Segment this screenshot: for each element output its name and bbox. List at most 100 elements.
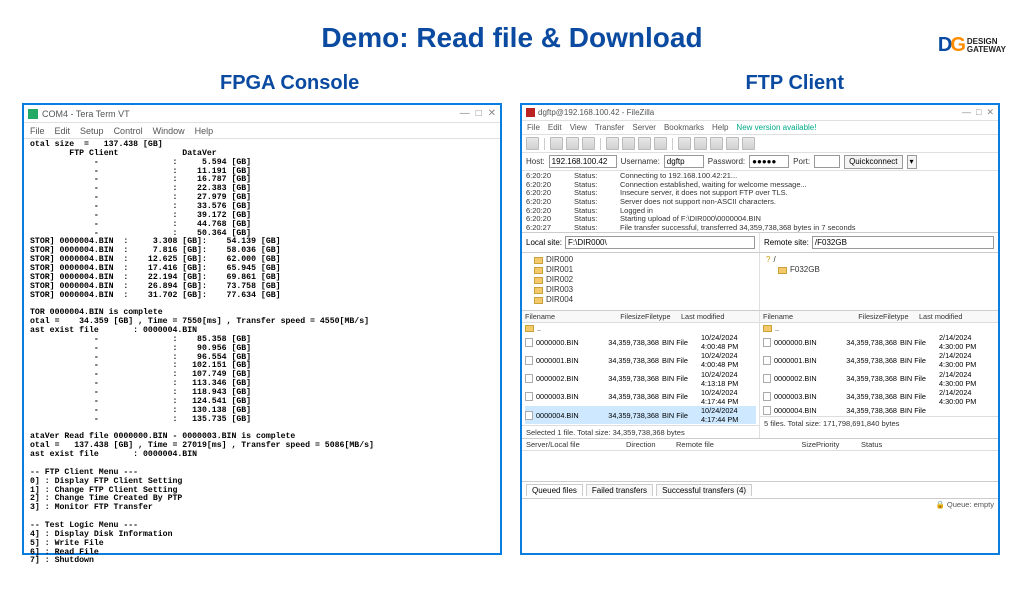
compare-icon[interactable] bbox=[710, 137, 723, 150]
menu-file[interactable]: File bbox=[30, 126, 45, 136]
menu-edit[interactable]: Edit bbox=[548, 123, 562, 132]
menu-transfer[interactable]: Transfer bbox=[595, 123, 625, 132]
menu-control[interactable]: Control bbox=[114, 126, 143, 136]
toggle-queue-icon[interactable] bbox=[582, 137, 595, 150]
local-site-input[interactable] bbox=[565, 236, 755, 249]
host-input[interactable] bbox=[549, 155, 617, 168]
col-filename[interactable]: Filename bbox=[525, 312, 585, 321]
col-modified[interactable]: Last modified bbox=[681, 312, 756, 321]
terminal-output[interactable]: otal size = 137.438 [GB] FTP Client Data… bbox=[24, 139, 500, 568]
col-filesize[interactable]: Filesize bbox=[823, 312, 883, 321]
lock-icon[interactable]: 🔒 bbox=[935, 500, 944, 509]
sitemanager-icon[interactable] bbox=[526, 137, 539, 150]
tree-folder[interactable]: DIR004 bbox=[526, 295, 755, 305]
local-tree[interactable]: DIR000DIR001DIR002DIR003DIR004 bbox=[522, 253, 760, 310]
right-subtitle: FTP Client bbox=[745, 72, 844, 95]
log-row: 6:20:27Status:File transfer successful, … bbox=[526, 224, 994, 233]
port-input[interactable] bbox=[814, 155, 840, 168]
menu-setup[interactable]: Setup bbox=[80, 126, 104, 136]
teraterm-app-icon bbox=[28, 109, 38, 119]
local-site-label: Local site: bbox=[526, 238, 562, 247]
question-folder-icon: ? bbox=[766, 255, 770, 265]
folder-icon bbox=[534, 277, 543, 284]
file-icon bbox=[525, 411, 533, 420]
filezilla-menubar: File Edit View Transfer Server Bookmarks… bbox=[522, 121, 998, 135]
remote-site-label: Remote site: bbox=[764, 238, 809, 247]
search-icon[interactable] bbox=[742, 137, 755, 150]
file-icon bbox=[763, 338, 771, 347]
folder-icon bbox=[534, 267, 543, 274]
toggle-tree-icon[interactable] bbox=[566, 137, 579, 150]
teraterm-menubar: File Edit Setup Control Window Help bbox=[24, 123, 500, 139]
reconnect-icon[interactable] bbox=[678, 137, 691, 150]
file-row[interactable]: 0000003.BIN34,359,738,368BIN File2/14/20… bbox=[763, 388, 995, 406]
file-row[interactable]: 0000001.BIN34,359,738,368BIN File2/14/20… bbox=[763, 351, 995, 369]
menu-help[interactable]: Help bbox=[195, 126, 214, 136]
tree-folder[interactable]: DIR000 bbox=[526, 255, 755, 265]
file-icon bbox=[525, 374, 533, 383]
col-filetype[interactable]: Filetype bbox=[645, 312, 681, 321]
file-row[interactable]: 0000002.BIN34,359,738,368BIN File10/24/2… bbox=[525, 370, 756, 388]
process-queue-icon[interactable] bbox=[622, 137, 635, 150]
close-icon[interactable]: ✕ bbox=[986, 107, 994, 118]
col-modified[interactable]: Last modified bbox=[919, 312, 995, 321]
quickconnect-button[interactable]: Quickconnect bbox=[844, 155, 902, 169]
teraterm-titlebar[interactable]: COM4 - Tera Term VT — □ ✕ bbox=[24, 105, 500, 123]
username-input[interactable] bbox=[664, 155, 704, 168]
file-icon bbox=[525, 356, 533, 365]
col-filesize[interactable]: Filesize bbox=[585, 312, 645, 321]
file-row[interactable]: 0000003.BIN34,359,738,368BIN File10/24/2… bbox=[525, 388, 756, 406]
file-row[interactable]: 0000004.BIN34,359,738,368BIN File10/24/2… bbox=[525, 406, 756, 424]
file-row[interactable]: 0000002.BIN34,359,738,368BIN File2/14/20… bbox=[763, 370, 995, 388]
message-log[interactable]: 6:20:20Status:Connecting to 192.168.100.… bbox=[522, 171, 998, 233]
col-filetype[interactable]: Filetype bbox=[883, 312, 919, 321]
remote-tree[interactable]: ? / F032GB bbox=[760, 253, 998, 310]
menu-window[interactable]: Window bbox=[153, 126, 185, 136]
col-filename[interactable]: Filename bbox=[763, 312, 823, 321]
refresh-icon[interactable] bbox=[606, 137, 619, 150]
local-file-list[interactable]: Filename Filesize Filetype Last modified… bbox=[522, 311, 760, 438]
menu-view[interactable]: View bbox=[570, 123, 587, 132]
queue-tabs: Queued files Failed transfers Successful… bbox=[522, 481, 998, 498]
folder-up-icon[interactable] bbox=[525, 325, 534, 332]
file-icon bbox=[525, 392, 533, 401]
maximize-icon[interactable]: □ bbox=[976, 107, 981, 118]
menu-file[interactable]: File bbox=[527, 123, 540, 132]
file-icon bbox=[763, 406, 771, 415]
menu-edit[interactable]: Edit bbox=[55, 126, 71, 136]
tree-folder[interactable]: DIR002 bbox=[526, 275, 755, 285]
toggle-log-icon[interactable] bbox=[550, 137, 563, 150]
password-input[interactable] bbox=[749, 155, 789, 168]
sync-browse-icon[interactable] bbox=[726, 137, 739, 150]
filezilla-titlebar[interactable]: dgftp@192.168.100.42 - FileZilla — □ ✕ bbox=[522, 105, 998, 121]
folder-up-icon[interactable] bbox=[763, 325, 772, 332]
tree-folder[interactable]: DIR003 bbox=[526, 285, 755, 295]
maximize-icon[interactable]: □ bbox=[476, 108, 482, 119]
remote-site-input[interactable] bbox=[812, 236, 994, 249]
left-subtitle: FPGA Console bbox=[220, 72, 359, 95]
file-row[interactable]: 0000001.BIN34,359,738,368BIN File10/24/2… bbox=[525, 351, 756, 369]
file-row[interactable]: 0000000.BIN34,359,738,368BIN File2/14/20… bbox=[763, 333, 995, 351]
cancel-icon[interactable] bbox=[638, 137, 651, 150]
new-version-notice[interactable]: New version available! bbox=[736, 123, 816, 132]
menu-server[interactable]: Server bbox=[632, 123, 656, 132]
minimize-icon[interactable]: — bbox=[460, 108, 470, 119]
disconnect-icon[interactable] bbox=[654, 137, 667, 150]
file-row[interactable]: 0000004.BIN34,359,738,368BIN File bbox=[763, 406, 995, 415]
tab-failed[interactable]: Failed transfers bbox=[586, 484, 653, 496]
queue-body[interactable] bbox=[522, 451, 998, 481]
file-icon bbox=[763, 392, 771, 401]
quickconnect-dropdown[interactable]: ▾ bbox=[907, 155, 917, 169]
filter-icon[interactable] bbox=[694, 137, 707, 150]
menu-help[interactable]: Help bbox=[712, 123, 728, 132]
remote-file-list[interactable]: Filename Filesize Filetype Last modified… bbox=[760, 311, 998, 438]
file-row[interactable]: 0000000.BIN34,359,738,368BIN File10/24/2… bbox=[525, 333, 756, 351]
tab-queued[interactable]: Queued files bbox=[526, 484, 583, 496]
folder-icon bbox=[534, 287, 543, 294]
tab-successful[interactable]: Successful transfers (4) bbox=[656, 484, 752, 496]
tree-folder[interactable]: DIR001 bbox=[526, 265, 755, 275]
folder-icon bbox=[534, 297, 543, 304]
close-icon[interactable]: ✕ bbox=[488, 108, 496, 119]
minimize-icon[interactable]: — bbox=[962, 107, 971, 118]
menu-bookmarks[interactable]: Bookmarks bbox=[664, 123, 704, 132]
